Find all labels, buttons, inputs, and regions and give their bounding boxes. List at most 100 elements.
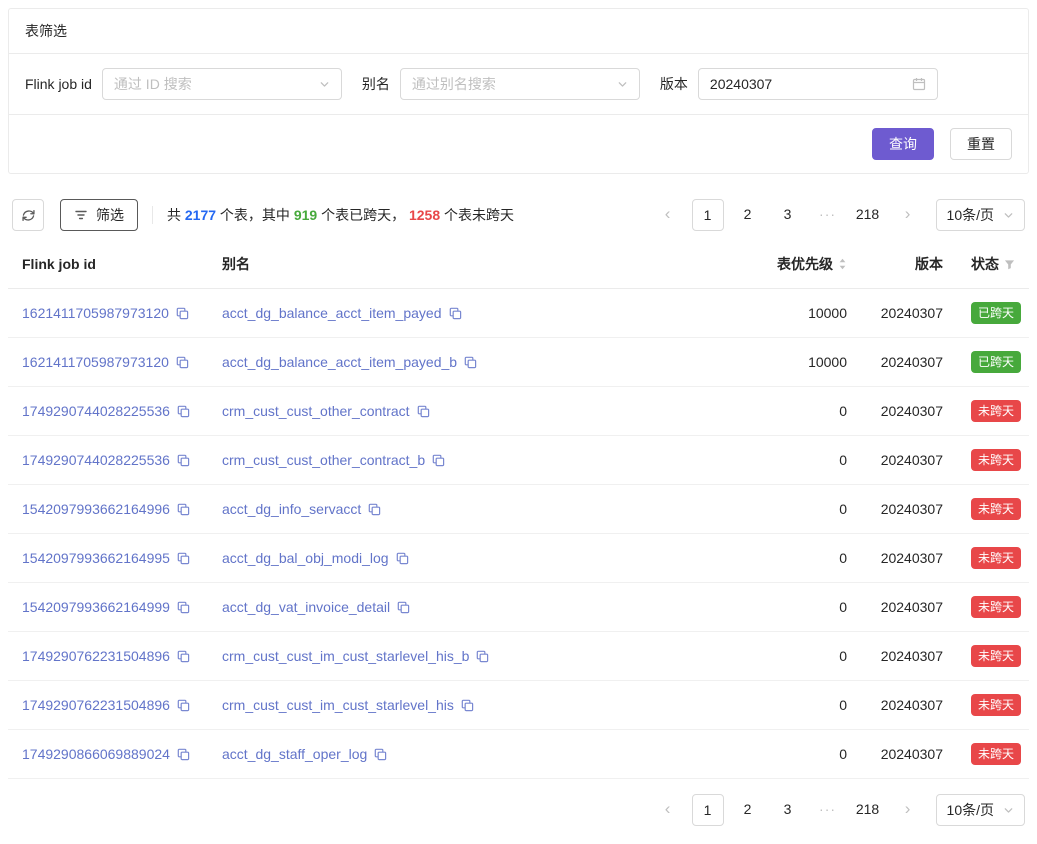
copy-icon[interactable] [464,356,477,369]
job-id-link[interactable]: 1542097993662164995 [22,550,170,566]
copy-icon[interactable] [432,454,445,467]
version-field: 版本 20240307 [660,68,938,100]
query-button[interactable]: 查询 [872,128,934,160]
alias-link[interactable]: acct_dg_info_servacct [222,501,361,517]
summary-count: 919 [294,207,317,223]
pagination-ellipsis[interactable]: ··· [812,199,844,231]
pagination-page-218[interactable]: 218 [852,794,884,826]
pagination-page-3[interactable]: 3 [772,794,804,826]
job-id-cell: 1749290744028225536 [8,436,208,485]
chevron-down-icon [1003,210,1014,221]
pagination-page-218[interactable]: 218 [852,199,884,231]
alias-link[interactable]: crm_cust_cust_other_contract [222,403,410,419]
copy-icon[interactable] [176,307,189,320]
version-cell: 20240307 [861,338,957,387]
copy-icon[interactable] [368,503,381,516]
job-id-link[interactable]: 1542097993662164996 [22,501,170,517]
pagination-prev-icon[interactable]: ‹ [652,794,684,826]
copy-icon[interactable] [476,650,489,663]
pagination-prev-icon[interactable]: ‹ [652,199,684,231]
job-id-link[interactable]: 1749290866069889024 [22,746,170,762]
status-badge: 已跨天 [971,351,1021,373]
status-cell: 已跨天 [957,289,1029,338]
job-id-select[interactable]: 通过 ID 搜索 [102,68,342,100]
copy-icon[interactable] [177,503,190,516]
pagination-ellipsis[interactable]: ··· [812,794,844,826]
table-row: 1749290744028225536 crm_cust_cust_other_… [8,387,1029,436]
status-cell: 未跨天 [957,534,1029,583]
copy-icon[interactable] [396,552,409,565]
chevron-down-icon [1003,805,1014,816]
pagination-next-icon[interactable]: › [892,794,924,826]
copy-icon[interactable] [397,601,410,614]
pagination-page-1[interactable]: 1 [692,794,724,826]
filter-funnel-icon[interactable] [1004,259,1015,270]
job-id-link[interactable]: 1621411705987973120 [22,305,169,321]
copy-icon[interactable] [417,405,430,418]
status-badge: 已跨天 [971,302,1021,324]
job-id-cell: 1542097993662164996 [8,485,208,534]
copy-icon[interactable] [449,307,462,320]
filter-button[interactable]: 筛选 [60,199,138,231]
job-id-cell: 1749290762231504896 [8,681,208,730]
pagination-page-1[interactable]: 1 [692,199,724,231]
table-row: 1749290762231504896 crm_cust_cust_im_cus… [8,632,1029,681]
pagination-page-2[interactable]: 2 [732,199,764,231]
alias-link[interactable]: acct_dg_balance_acct_item_payed [222,305,442,321]
priority-cell: 10000 [741,289,861,338]
pagination-next-icon[interactable]: › [892,199,924,231]
copy-icon[interactable] [177,405,190,418]
alias-link[interactable]: acct_dg_bal_obj_modi_log [222,550,389,566]
filter-icon [74,208,88,222]
toolbar: 筛选 共 2177 个表，其中 919 个表已跨天， 1258 个表未跨天 ‹1… [12,199,1025,231]
copy-icon[interactable] [177,601,190,614]
copy-icon[interactable] [461,699,474,712]
job-id-link[interactable]: 1621411705987973120 [22,354,169,370]
copy-icon[interactable] [177,650,190,663]
job-id-link[interactable]: 1542097993662164999 [22,599,170,615]
job-id-link[interactable]: 1749290744028225536 [22,403,170,419]
priority-cell: 10000 [741,338,861,387]
copy-icon[interactable] [374,748,387,761]
pagination-page-2[interactable]: 2 [732,794,764,826]
status-cell: 未跨天 [957,730,1029,779]
copy-icon[interactable] [177,699,190,712]
pagination-page-3[interactable]: 3 [772,199,804,231]
table-row: 1542097993662164995 acct_dg_bal_obj_modi… [8,534,1029,583]
status-cell: 未跨天 [957,583,1029,632]
filter-row: Flink job id 通过 ID 搜索 别名 通过别名搜索 [9,54,1028,114]
column-header-priority[interactable]: 表优先级 [741,245,861,289]
chevron-down-icon [319,79,330,90]
version-cell: 20240307 [861,534,957,583]
copy-icon[interactable] [177,552,190,565]
page-size-select[interactable]: 10条/页 [936,794,1025,826]
copy-icon[interactable] [176,356,189,369]
alias-link[interactable]: crm_cust_cust_im_cust_starlevel_his [222,697,454,713]
job-id-link[interactable]: 1749290762231504896 [22,697,170,713]
alias-select[interactable]: 通过别名搜索 [400,68,640,100]
copy-icon[interactable] [177,748,190,761]
alias-placeholder: 通过别名搜索 [412,74,617,94]
table-row: 1749290866069889024 acct_dg_staff_oper_l… [8,730,1029,779]
job-id-link[interactable]: 1749290762231504896 [22,648,170,664]
job-id-cell: 1749290866069889024 [8,730,208,779]
job-id-cell: 1621411705987973120 [8,338,208,387]
refresh-button[interactable] [12,199,44,231]
column-header-status[interactable]: 状态 [957,245,1029,289]
version-date-input[interactable]: 20240307 [698,68,938,100]
alias-link[interactable]: acct_dg_staff_oper_log [222,746,367,762]
copy-icon[interactable] [177,454,190,467]
reset-button[interactable]: 重置 [950,128,1012,160]
job-id-link[interactable]: 1749290744028225536 [22,452,170,468]
table-row: 1542097993662164999 acct_dg_vat_invoice_… [8,583,1029,632]
alias-link[interactable]: acct_dg_balance_acct_item_payed_b [222,354,457,370]
alias-link[interactable]: crm_cust_cust_other_contract_b [222,452,425,468]
alias-link[interactable]: acct_dg_vat_invoice_detail [222,599,390,615]
alias-link[interactable]: crm_cust_cust_im_cust_starlevel_his_b [222,648,469,664]
alias-cell: crm_cust_cust_im_cust_starlevel_his_b [208,632,741,681]
summary-text: 共 2177 个表，其中 919 个表已跨天， 1258 个表未跨天 [167,205,514,225]
sort-icon[interactable] [838,257,847,271]
version-cell: 20240307 [861,387,957,436]
page-size-select[interactable]: 10条/页 [936,199,1025,231]
calendar-icon [912,77,926,91]
